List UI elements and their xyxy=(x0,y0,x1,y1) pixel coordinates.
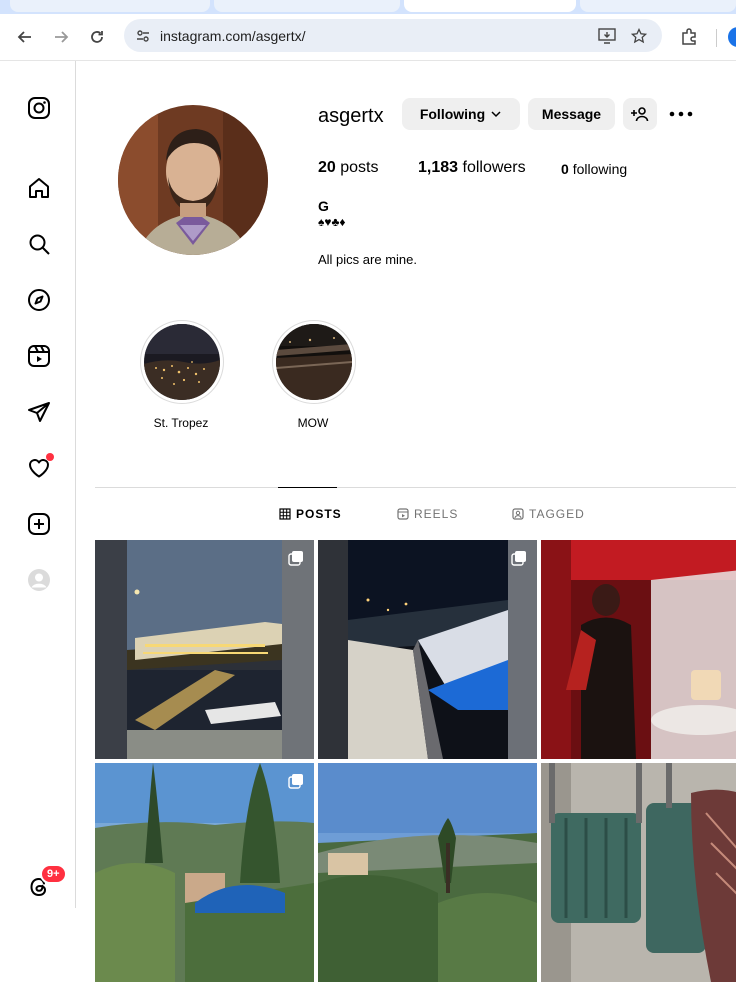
tab-posts[interactable]: POSTS xyxy=(279,507,342,521)
profile-username: asgertx xyxy=(318,105,384,127)
highlight-mow[interactable] xyxy=(272,320,356,404)
reload-icon[interactable] xyxy=(84,24,110,50)
profile-divider xyxy=(95,487,736,488)
highlight-label-st-tropez: St. Tropez xyxy=(153,416,209,430)
followers-label: followers xyxy=(462,159,526,176)
search-icon[interactable] xyxy=(26,231,52,257)
back-icon[interactable] xyxy=(12,24,38,50)
suggest-user-button[interactable] xyxy=(623,98,657,130)
followers-count: 1,183 xyxy=(418,159,459,176)
multi-post-icon xyxy=(511,551,526,566)
highlight-label-mow: MOW xyxy=(297,416,329,430)
multi-post-icon xyxy=(288,551,303,566)
following-button[interactable]: Following xyxy=(402,98,520,130)
notification-dot xyxy=(46,453,54,461)
bio-name: G xyxy=(318,198,329,214)
message-button[interactable]: Message xyxy=(528,98,615,130)
followers-stat[interactable]: 1,183 followers xyxy=(418,159,526,177)
notifications-icon[interactable] xyxy=(26,453,54,481)
tab-reels-label: REELS xyxy=(414,507,459,521)
side-navigation: 9+ xyxy=(0,61,76,908)
toolbar-separator xyxy=(716,29,717,47)
tab-posts-label: POSTS xyxy=(296,507,342,521)
browser-tab[interactable] xyxy=(10,0,210,12)
posts-count: 20 xyxy=(318,159,336,176)
profile-icon[interactable] xyxy=(26,567,52,593)
active-tab-indicator xyxy=(278,487,337,488)
browser-tab-active[interactable] xyxy=(404,0,576,12)
post-thumbnail[interactable] xyxy=(541,763,736,982)
install-app-icon[interactable] xyxy=(598,27,616,45)
threads-badge: 9+ xyxy=(40,864,67,884)
post-thumbnail[interactable] xyxy=(541,540,736,759)
profile-avatar[interactable] xyxy=(118,105,268,255)
browser-tab[interactable] xyxy=(580,0,736,12)
post-thumbnail[interactable] xyxy=(318,540,537,759)
bookmark-star-icon[interactable] xyxy=(630,27,648,45)
tab-reels[interactable]: REELS xyxy=(397,507,458,521)
following-stat[interactable]: 0 following xyxy=(561,161,627,177)
posts-stat: 20 posts xyxy=(318,159,379,177)
instagram-logo-icon[interactable] xyxy=(26,95,52,121)
tab-tagged[interactable]: TAGGED xyxy=(512,507,585,521)
post-thumbnail[interactable] xyxy=(318,763,537,982)
tagged-icon xyxy=(512,508,524,520)
reels-icon[interactable] xyxy=(26,343,52,369)
posts-label: posts xyxy=(340,159,379,176)
more-options-icon[interactable] xyxy=(668,104,694,124)
browser-tab[interactable] xyxy=(214,0,400,12)
home-icon[interactable] xyxy=(26,175,52,201)
reels-tab-icon xyxy=(397,508,409,520)
profile-avatar-icon[interactable] xyxy=(728,27,736,47)
post-thumbnail[interactable] xyxy=(95,540,314,759)
message-button-label: Message xyxy=(541,106,602,122)
bio-suits: ♠♥♣♦ xyxy=(318,215,346,229)
forward-icon[interactable] xyxy=(48,24,74,50)
browser-toolbar: instagram.com/asgertx/ xyxy=(0,14,736,61)
following-button-label: Following xyxy=(419,106,486,122)
following-count: 0 xyxy=(561,161,569,177)
explore-icon[interactable] xyxy=(26,287,52,313)
multi-post-icon xyxy=(288,774,303,789)
create-icon[interactable] xyxy=(26,511,52,537)
extensions-icon[interactable] xyxy=(676,24,702,50)
tab-tagged-label: TAGGED xyxy=(529,507,585,521)
add-person-icon xyxy=(631,107,649,122)
chevron-down-icon xyxy=(491,111,501,118)
url-text[interactable]: instagram.com/asgertx/ xyxy=(160,28,306,44)
highlight-st-tropez[interactable] xyxy=(140,320,224,404)
address-bar[interactable]: instagram.com/asgertx/ xyxy=(124,19,662,52)
messages-icon[interactable] xyxy=(26,399,52,425)
site-settings-icon[interactable] xyxy=(134,27,152,45)
following-label: following xyxy=(572,161,628,177)
bio-text: All pics are mine. xyxy=(318,252,417,267)
grid-icon xyxy=(279,508,291,520)
tab-strip xyxy=(0,0,736,14)
threads-icon[interactable]: 9+ xyxy=(26,864,67,900)
post-thumbnail[interactable] xyxy=(95,763,314,982)
